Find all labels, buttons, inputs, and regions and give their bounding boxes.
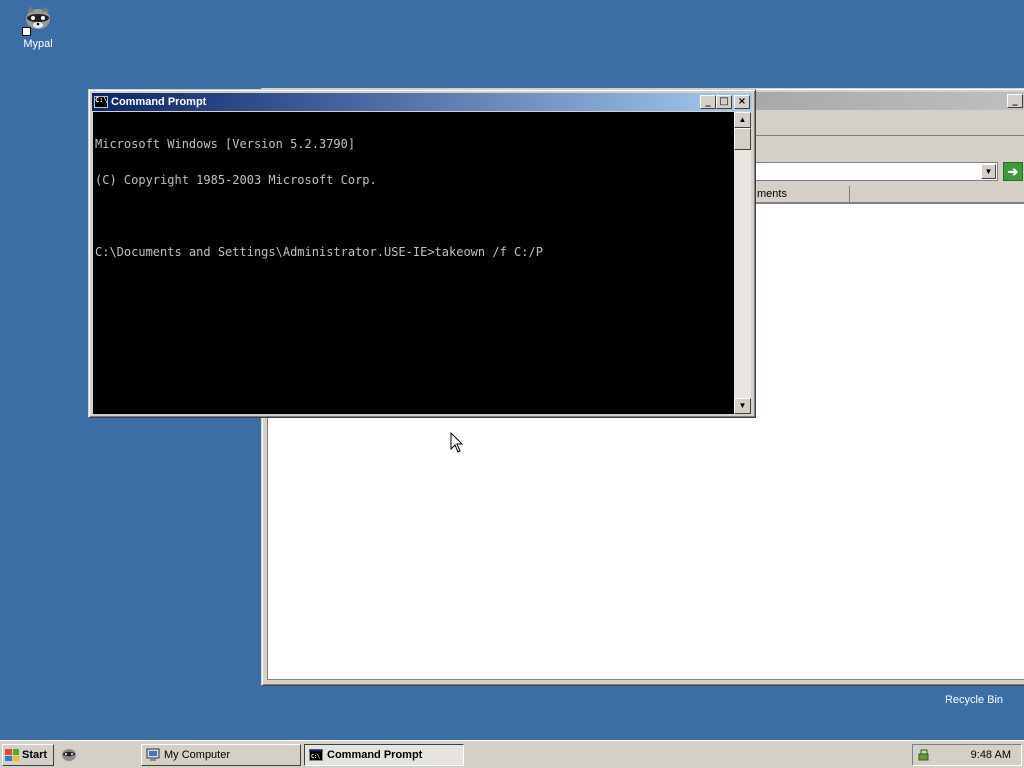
console-prompt-line[interactable]: C:\Documents and Settings\Administrator.… [95,246,734,258]
mypal-raccoon-icon: ↗ [22,4,54,36]
address-dropdown-button[interactable]: ▼ [981,164,996,179]
maximize-button[interactable]: □ [716,95,732,109]
console-output[interactable]: Microsoft Windows [Version 5.2.3790] (C)… [93,112,734,414]
network-tray-icon[interactable] [917,748,931,762]
minimize-button[interactable]: _ [700,95,716,109]
cmd-title-bar[interactable]: Command Prompt _ □ × [92,93,752,111]
console-line: (C) Copyright 1985-2003 Microsoft Corp. [95,173,377,187]
taskbar-item-label: My Computer [164,749,231,761]
mouse-cursor-icon [450,431,464,457]
cmd-window-controls: _ □ × [700,95,750,109]
console-line: Microsoft Windows [Version 5.2.3790] [95,137,356,151]
windows-logo-icon [5,749,19,761]
close-button[interactable]: × [734,95,750,109]
taskbar-item-command-prompt[interactable]: C:\ Command Prompt [304,744,464,766]
explorer-window-controls: _ [1007,94,1024,108]
desktop-icon-label: Recycle Bin [944,694,1004,706]
column-header-name[interactable]: ments [755,186,850,202]
shortcut-arrow-icon: ↗ [22,27,31,36]
desktop-icon-mypal[interactable]: ↗ Mypal [14,4,62,50]
mypal-quicklaunch-icon[interactable] [60,746,78,764]
desktop-icon-label: Mypal [23,38,53,50]
column-header-row: ments [755,186,1024,203]
command-prompt-window[interactable]: Command Prompt _ □ × Microsoft Windows [… [88,89,756,418]
taskbar: Start My Computer C:\ Command Prompt 9:4… [0,740,1024,768]
scroll-thumb[interactable] [734,128,751,150]
taskbar-item-my-computer[interactable]: My Computer [141,744,301,766]
start-button[interactable]: Start [2,744,54,766]
start-label: Start [22,749,48,761]
taskbar-item-label: Command Prompt [327,749,423,761]
system-tray: 9:48 AM [912,744,1022,766]
scroll-up-button[interactable]: ▲ [734,112,751,128]
explorer-menu-bar [755,111,1024,136]
go-arrow-icon[interactable]: ➔ [1003,162,1023,181]
console-scrollbar[interactable]: ▲ ▼ [734,112,751,414]
clock[interactable]: 9:48 AM [971,749,1011,761]
svg-text:C:\: C:\ [311,754,320,760]
desktop-icon-recycle-bin[interactable]: Recycle Bin [936,692,1012,706]
window-title: Command Prompt [111,96,207,108]
address-input[interactable]: ▼ [754,162,998,181]
my-computer-icon [146,748,160,761]
explorer-minimize-button[interactable]: _ [1007,94,1023,108]
explorer-toolbar [755,137,1024,159]
scroll-down-button[interactable]: ▼ [734,398,751,414]
cmd-icon[interactable] [94,96,108,108]
cmd-icon: C:\ [309,749,323,761]
